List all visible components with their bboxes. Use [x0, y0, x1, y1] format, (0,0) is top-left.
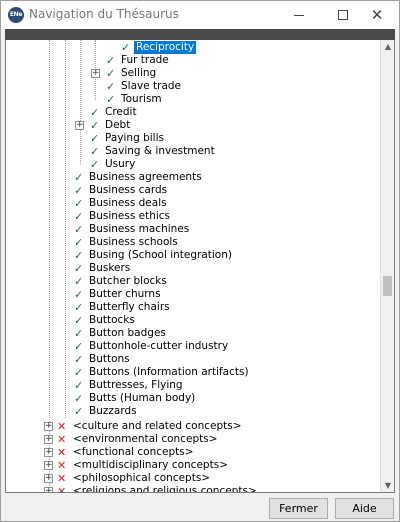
tree-item-label[interactable]: Buttons — [87, 353, 132, 366]
check-icon: ✓ — [74, 223, 84, 236]
maximize-icon — [338, 10, 348, 20]
tree-item-label[interactable]: Tourism — [119, 93, 164, 106]
tree-item-label[interactable]: Buttons (Information artifacts) — [87, 366, 251, 379]
tree-item-label[interactable]: Fur trade — [119, 54, 171, 67]
check-icon: ✓ — [74, 340, 84, 353]
tree-item-label[interactable]: Credit — [103, 106, 139, 119]
check-icon: ✓ — [74, 379, 84, 392]
check-icon: ✓ — [90, 132, 100, 145]
check-icon: ✓ — [106, 80, 116, 93]
check-icon: ✓ — [90, 158, 100, 171]
check-icon: ✓ — [74, 197, 84, 210]
tree-item-label[interactable]: Buzzards — [87, 405, 139, 418]
check-icon: ✓ — [74, 171, 84, 184]
tree-item-label[interactable]: Butcher blocks — [87, 275, 169, 288]
check-icon: ✓ — [74, 353, 84, 366]
tree-item-label[interactable]: Paying bills — [103, 132, 166, 145]
tree-item-label[interactable]: Reciprocity — [132, 40, 198, 55]
close-icon: ✕ — [370, 5, 384, 24]
check-icon: ✓ — [90, 106, 100, 119]
check-icon: ✓ — [74, 405, 84, 418]
tree-item-label[interactable]: Buskers — [87, 262, 132, 275]
tree-item-label[interactable]: Business ethics — [87, 210, 172, 223]
tree-item-label[interactable]: Business agreements — [87, 171, 204, 184]
thesaurus-tree[interactable]: ✓ Reciprocity ✓ Fur trade + ✓ Selling ✓ … — [5, 40, 395, 493]
check-icon: ✓ — [121, 41, 131, 54]
plus-box-icon[interactable]: + — [44, 435, 53, 444]
tree-item-label[interactable]: Slave trade — [119, 80, 183, 93]
toolbar-strip — [5, 29, 395, 40]
check-icon: ✓ — [74, 210, 84, 223]
tree-item-label[interactable]: <philosophical concepts> — [71, 472, 212, 485]
tree-item-label[interactable]: Usury — [103, 158, 137, 171]
title-bar: ENe Navigation du Thésaurus ✕ — [1, 1, 399, 29]
tree-guide-line — [80, 40, 81, 165]
cross-icon: ✕ — [57, 433, 67, 446]
tree-item-label[interactable]: <environmental concepts> — [71, 433, 220, 446]
check-icon: ✓ — [74, 327, 84, 340]
tree-item-label[interactable]: Business machines — [87, 223, 191, 236]
tree-item-label[interactable]: Buttresses, Flying — [87, 379, 185, 392]
minimize-button[interactable] — [277, 1, 321, 29]
cross-icon: ✕ — [57, 472, 67, 485]
plus-box-icon[interactable]: + — [44, 474, 53, 483]
scrollbar-thumb[interactable] — [383, 276, 392, 296]
tree-item-label[interactable]: Button badges — [87, 327, 168, 340]
tree-item-label[interactable]: Busing (School integration) — [87, 249, 234, 262]
tree-item-label[interactable]: Buttocks — [87, 314, 137, 327]
plus-box-icon[interactable]: + — [44, 422, 53, 431]
tree-item-label[interactable]: Saving & investment — [103, 145, 217, 158]
tree-item-label[interactable]: Butter churns — [87, 288, 163, 301]
cross-icon: ✕ — [57, 420, 67, 433]
plus-box-icon[interactable]: + — [44, 448, 53, 457]
check-icon: ✓ — [74, 275, 84, 288]
plus-box-icon[interactable]: + — [91, 69, 100, 78]
tree-item-label[interactable]: Buttonhole-cutter industry — [87, 340, 230, 353]
plus-box-icon[interactable]: + — [44, 461, 53, 470]
cross-icon: ✕ — [57, 446, 67, 459]
scroll-down-icon[interactable]: ▼ — [381, 479, 394, 492]
close-window-button[interactable]: ✕ — [355, 1, 399, 29]
check-icon: ✓ — [74, 184, 84, 197]
scroll-up-icon[interactable]: ▲ — [381, 40, 394, 54]
check-icon: ✓ — [106, 54, 116, 67]
window-title: Navigation du Thésaurus — [29, 7, 179, 21]
check-icon: ✓ — [90, 119, 100, 132]
tree-item-label[interactable]: Butts (Human body) — [87, 392, 197, 405]
tree-item-label[interactable]: <multidisciplinary concepts> — [71, 459, 230, 472]
cross-icon: ✕ — [57, 459, 67, 472]
check-icon: ✓ — [74, 392, 84, 405]
tree-item-label[interactable]: <religions and religious concepts> — [71, 485, 259, 492]
tree-item-label[interactable]: Business schools — [87, 236, 180, 249]
check-icon: ✓ — [74, 288, 84, 301]
vertical-scrollbar[interactable]: ▲ ▼ — [380, 40, 394, 492]
check-icon: ✓ — [74, 366, 84, 379]
plus-box-icon[interactable]: + — [44, 487, 53, 492]
check-icon: ✓ — [106, 67, 116, 80]
tree-item-label[interactable]: Selling — [119, 67, 158, 80]
check-icon: ✓ — [106, 93, 116, 106]
plus-box-icon[interactable]: + — [75, 121, 84, 130]
check-icon: ✓ — [74, 249, 84, 262]
tree-item-label[interactable]: <functional concepts> — [71, 446, 196, 459]
check-icon: ✓ — [74, 262, 84, 275]
check-icon: ✓ — [90, 145, 100, 158]
tree-guide-line — [65, 40, 66, 418]
thesaurus-window: ENe Navigation du Thésaurus ✕ ✓ Reciproc… — [0, 0, 400, 522]
cross-icon: ✕ — [57, 485, 67, 493]
tree-item-label[interactable]: Business deals — [87, 197, 169, 210]
app-logo-icon: ENe — [8, 7, 24, 23]
tree-item-label[interactable]: Debt — [103, 119, 132, 132]
tree-item-label[interactable]: Butterfly chairs — [87, 301, 172, 314]
help-button[interactable]: Aide — [335, 498, 394, 519]
tree-item-label[interactable]: Business cards — [87, 184, 169, 197]
minimize-icon — [294, 14, 304, 16]
check-icon: ✓ — [74, 314, 84, 327]
check-icon: ✓ — [74, 301, 84, 314]
check-icon: ✓ — [74, 236, 84, 249]
tree-item-label[interactable]: <culture and related concepts> — [71, 420, 244, 433]
close-button[interactable]: Fermer — [269, 498, 328, 519]
